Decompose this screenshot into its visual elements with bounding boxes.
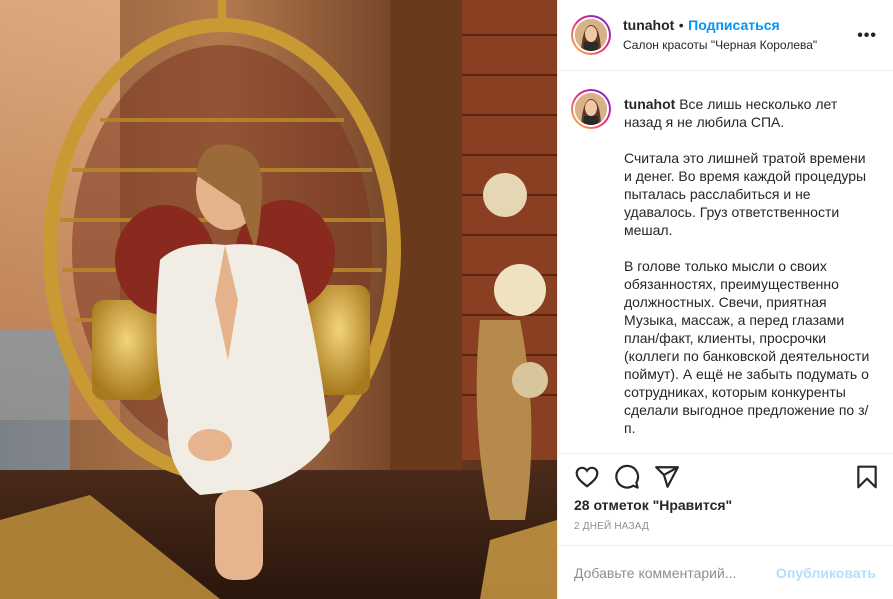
- heart-icon[interactable]: [574, 464, 600, 490]
- caption-body: Все лишь несколько лет назад я не любила…: [624, 96, 870, 436]
- likes-count[interactable]: 28 отметок "Нравится": [574, 497, 732, 513]
- comment-icon[interactable]: [614, 464, 640, 490]
- post-location[interactable]: Салон красоты "Черная Королева": [623, 38, 817, 52]
- post-actions: 28 отметок "Нравится" 2 ДНЕЙ НАЗАД: [558, 453, 893, 553]
- author-avatar[interactable]: [571, 15, 611, 55]
- publish-button[interactable]: Опубликовать: [776, 565, 876, 581]
- post-side-panel: tunahot • Подписаться Салон красоты "Чер…: [557, 0, 893, 599]
- caption-username[interactable]: tunahot: [624, 96, 675, 112]
- avatar-photo: [575, 93, 607, 125]
- caption-text: tunahot Все лишь несколько лет назад я н…: [624, 95, 872, 437]
- caption-avatar[interactable]: [571, 89, 611, 129]
- avatar-photo: [575, 19, 607, 51]
- follow-button[interactable]: Подписаться: [688, 17, 780, 33]
- separator-dot: •: [678, 17, 684, 33]
- more-horizontal-icon[interactable]: •••: [857, 27, 877, 45]
- comment-input[interactable]: [574, 562, 794, 584]
- post-header: tunahot • Подписаться Салон красоты "Чер…: [558, 0, 893, 71]
- bookmark-icon[interactable]: [854, 464, 880, 490]
- photo-illustration: [0, 0, 557, 599]
- post-timestamp[interactable]: 2 ДНЕЙ НАЗАД: [574, 521, 649, 532]
- caption-area: tunahot Все лишь несколько лет назад я н…: [558, 71, 893, 453]
- post-photo[interactable]: [0, 0, 557, 599]
- author-username[interactable]: tunahot: [623, 17, 674, 33]
- comment-box: Опубликовать: [558, 545, 893, 599]
- share-icon[interactable]: [654, 464, 680, 490]
